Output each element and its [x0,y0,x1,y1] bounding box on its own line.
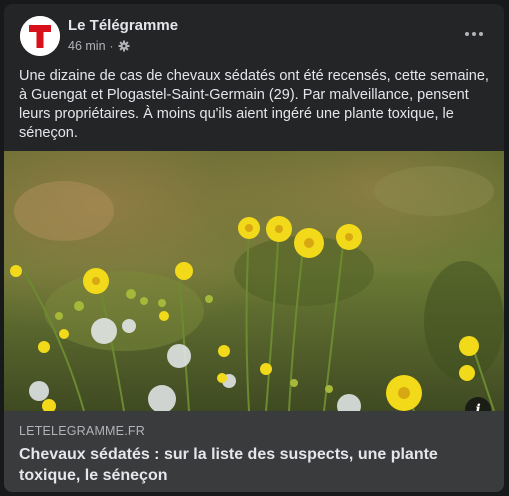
more-dot [479,32,483,36]
link-domain: LETELEGRAMME.FR [19,424,145,438]
more-options-icon[interactable] [456,21,492,47]
post-meta: 46 min · [68,39,130,53]
post-header: Le Télégramme 46 min · [4,4,504,64]
post-image[interactable]: i [4,151,504,411]
more-dot [472,32,476,36]
page-avatar[interactable] [20,16,60,56]
page-name[interactable]: Le Télégramme [68,17,178,34]
post-timestamp[interactable]: 46 min [68,39,106,53]
telegramme-logo-icon [20,16,60,56]
ragwort-flowers-photo [4,151,504,411]
post-card: Le Télégramme 46 min · Une dizaine de ca… [4,4,504,492]
meta-separator: · [109,39,114,53]
more-dot [465,32,469,36]
link-preview[interactable]: LETELEGRAMME.FR Chevaux sédatés : sur la… [4,411,504,492]
post-text: Une dizaine de cas de chevaux sédatés on… [19,68,489,141]
link-title[interactable]: Chevaux sédatés : sur la liste des suspe… [19,444,489,486]
gear-icon [118,40,130,52]
